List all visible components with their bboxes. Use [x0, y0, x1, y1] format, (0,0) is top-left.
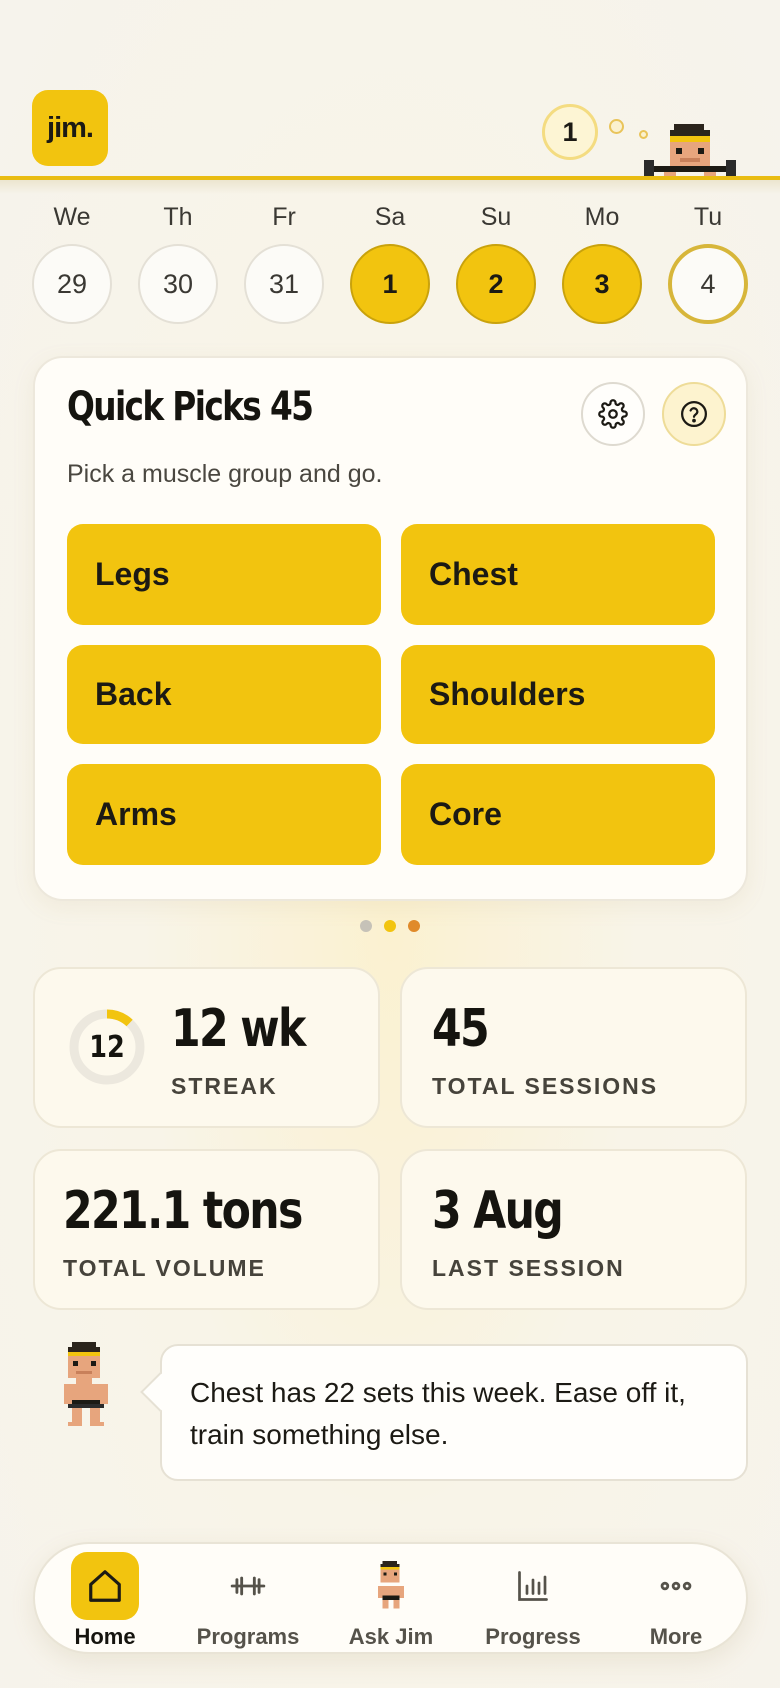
last-session-card[interactable]: 3 Aug LAST SESSION: [400, 1149, 747, 1310]
streak-ring-value: 12: [89, 1029, 125, 1065]
week-day[interactable]: Mo 3: [560, 200, 644, 324]
help-button[interactable]: [662, 382, 726, 446]
quick-picks-title: Quick Picks 45: [67, 384, 314, 430]
pager-dot[interactable]: [408, 920, 420, 932]
pager-dot[interactable]: [360, 920, 372, 932]
pager-dot-active[interactable]: [384, 920, 396, 932]
coach-message-bubble[interactable]: Chest has 22 sets this week. Ease off it…: [160, 1344, 748, 1481]
total-volume-card[interactable]: 221.1 tons TOTAL VOLUME: [33, 1149, 380, 1310]
streak-label: STREAK: [171, 1073, 278, 1099]
day-name: We: [53, 203, 91, 231]
bottom-nav: Home Programs Ask Jim Progress More: [33, 1542, 748, 1654]
home-icon: [71, 1552, 139, 1620]
day-name: Fr: [272, 203, 296, 231]
day-date-completed[interactable]: 2: [456, 244, 536, 324]
last-session-value: 3 Aug: [432, 1181, 564, 1241]
nav-label: Programs: [196, 1624, 300, 1649]
nav-item-programs[interactable]: Programs: [178, 1544, 318, 1656]
muscle-group-back-button[interactable]: Back: [67, 645, 381, 744]
day-date[interactable]: 29: [32, 244, 112, 324]
streak-value: 12 wk: [171, 999, 306, 1059]
header-shadow: [0, 180, 780, 194]
week-day[interactable]: Su 2: [454, 200, 538, 324]
muscle-group-legs-button[interactable]: Legs: [67, 524, 381, 625]
total-sessions-value: 45: [432, 999, 490, 1059]
week-strip: We 29 Th 30 Fr 31 Sa 1 Su 2 Mo 3 Tu 4: [30, 200, 750, 324]
quick-picks-card: Quick Picks 45 Pick a muscle group and g…: [33, 356, 748, 901]
week-day[interactable]: Tu 4: [666, 200, 750, 324]
notification-badge[interactable]: 1: [542, 104, 598, 160]
nav-item-ask-jim[interactable]: Ask Jim: [321, 1544, 461, 1656]
day-date-today[interactable]: 4: [668, 244, 748, 324]
week-day[interactable]: We 29: [30, 200, 114, 324]
day-date-completed[interactable]: 3: [562, 244, 642, 324]
week-day[interactable]: Th 30: [136, 200, 220, 324]
nav-item-progress[interactable]: Progress: [463, 1544, 603, 1656]
total-sessions-card[interactable]: 45 TOTAL SESSIONS: [400, 967, 747, 1128]
gear-icon: [598, 399, 628, 429]
settings-button[interactable]: [581, 382, 645, 446]
muscle-group-shoulders-button[interactable]: Shoulders: [401, 645, 715, 744]
day-name: Th: [163, 203, 193, 231]
thought-bubble-dot: [609, 119, 624, 134]
last-session-label: LAST SESSION: [432, 1255, 625, 1281]
nav-label: Progress: [485, 1624, 581, 1649]
week-day[interactable]: Fr 31: [242, 200, 326, 324]
nav-item-more[interactable]: More: [606, 1544, 746, 1656]
week-day[interactable]: Sa 1: [348, 200, 432, 324]
app-header: jim. 1: [0, 0, 780, 180]
jim-lifting-mascot-icon: [644, 124, 736, 178]
jim-coach-avatar-icon: [64, 1342, 108, 1426]
nav-label: Home: [74, 1624, 136, 1649]
day-date[interactable]: 30: [138, 244, 218, 324]
total-volume-label: TOTAL VOLUME: [63, 1255, 266, 1281]
question-circle-icon: [681, 401, 707, 427]
day-date[interactable]: 31: [244, 244, 324, 324]
total-volume-value: 221.1 tons: [63, 1181, 303, 1241]
day-date-completed[interactable]: 1: [350, 244, 430, 324]
nav-label: Ask Jim: [348, 1624, 434, 1649]
dumbbell-icon: [214, 1552, 282, 1620]
streak-card[interactable]: 12 12 wk STREAK: [33, 967, 380, 1128]
quick-picks-subtitle: Pick a muscle group and go.: [67, 460, 383, 488]
total-sessions-label: TOTAL SESSIONS: [432, 1073, 659, 1099]
muscle-group-chest-button[interactable]: Chest: [401, 524, 715, 625]
muscle-group-arms-button[interactable]: Arms: [67, 764, 381, 865]
day-name: Sa: [374, 203, 406, 231]
jim-avatar-icon: [357, 1552, 425, 1620]
muscle-group-grid: Legs Chest Back Shoulders Arms Core: [67, 524, 715, 865]
day-name: Tu: [693, 203, 723, 231]
more-dots-icon: [642, 1552, 710, 1620]
carousel-pager: [360, 920, 420, 932]
nav-label: More: [649, 1624, 703, 1649]
day-name: Su: [480, 203, 512, 231]
day-name: Mo: [584, 203, 620, 231]
nav-item-home[interactable]: Home: [35, 1544, 175, 1656]
bar-chart-icon: [499, 1552, 567, 1620]
muscle-group-core-button[interactable]: Core: [401, 764, 715, 865]
app-logo[interactable]: jim.: [32, 90, 108, 166]
